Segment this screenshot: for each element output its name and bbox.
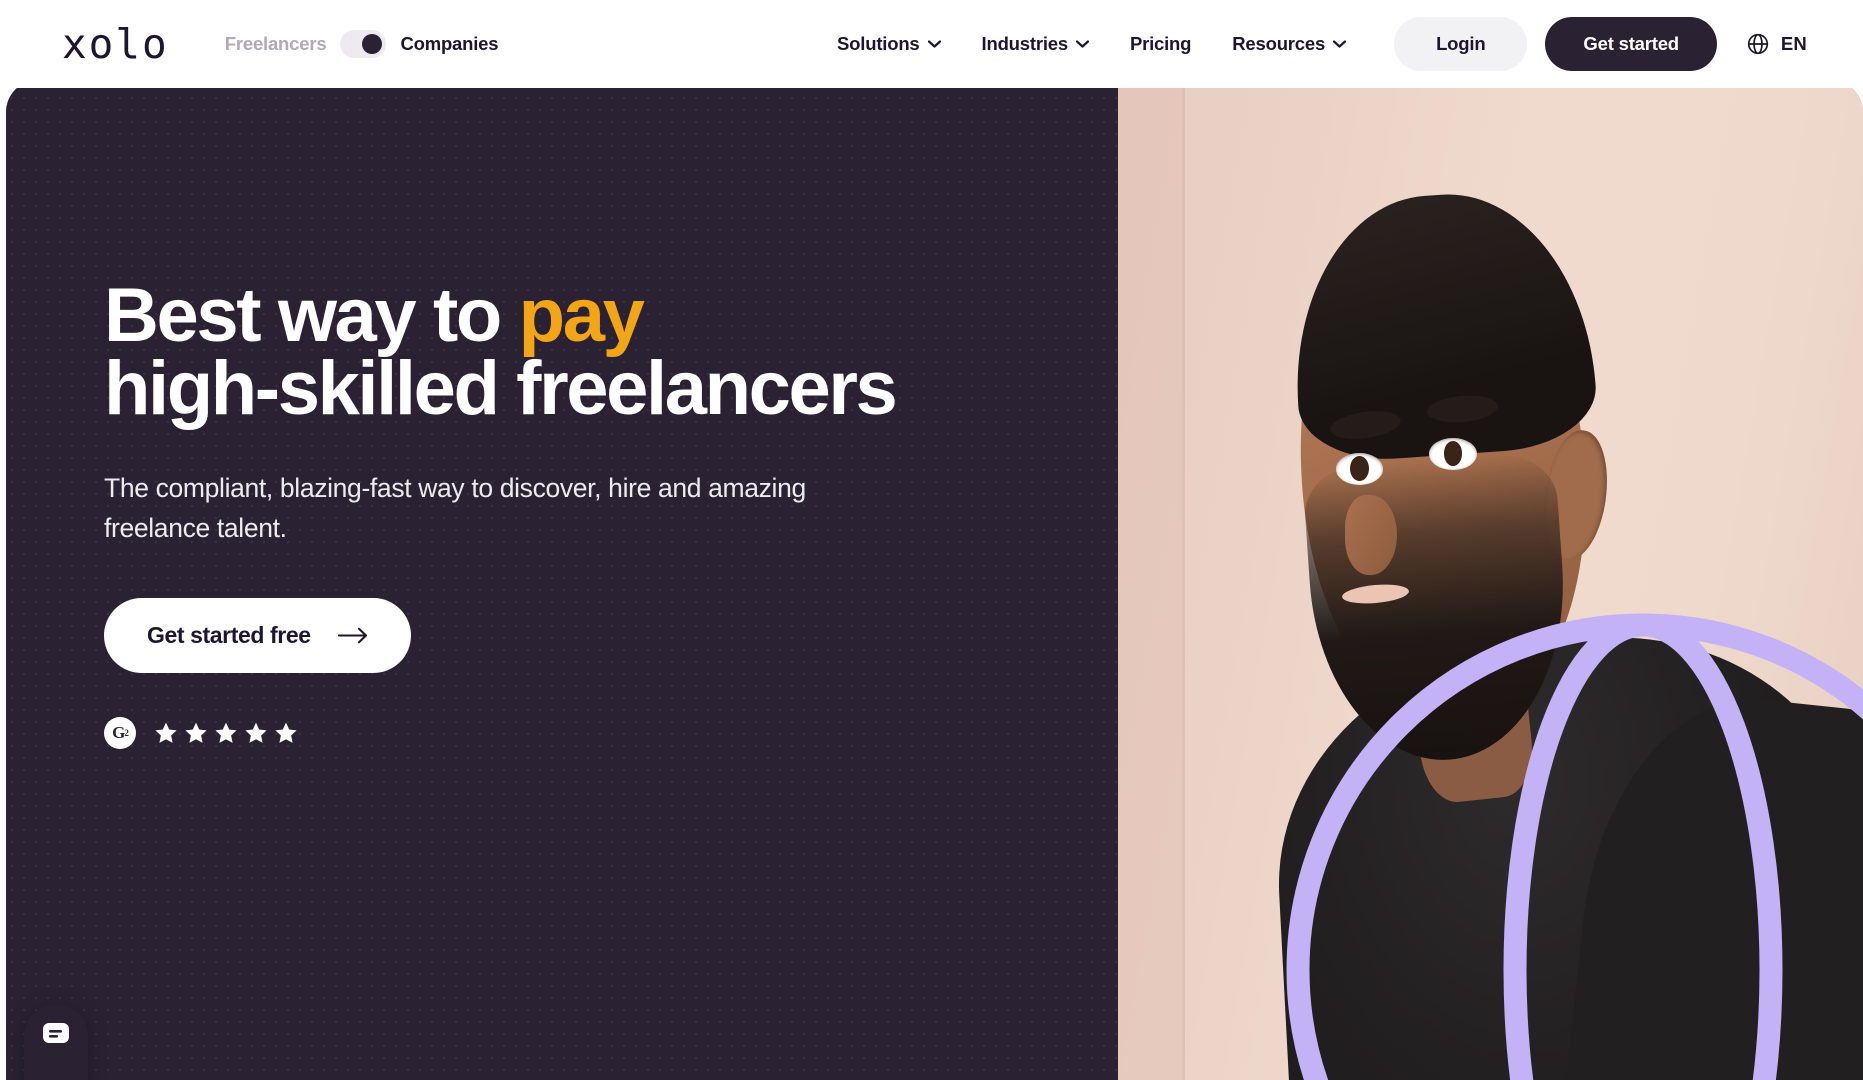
hero-image-panel xyxy=(1118,80,1863,1080)
nav-item-resources[interactable]: Resources xyxy=(1232,33,1347,55)
star-icon xyxy=(215,723,237,744)
toggle-label-freelancers[interactable]: Freelancers xyxy=(225,33,327,55)
star-icon xyxy=(155,723,177,744)
audience-switch[interactable] xyxy=(340,30,387,58)
nav-label: Pricing xyxy=(1129,33,1192,54)
login-button[interactable]: Login xyxy=(1394,17,1528,71)
globe-icon xyxy=(1747,33,1769,55)
g2-rating: G2 xyxy=(104,717,1118,750)
chevron-down-icon xyxy=(1075,40,1089,48)
get-started-free-button[interactable]: Get started free xyxy=(104,598,411,674)
star-icon xyxy=(275,723,297,744)
chevron-down-icon xyxy=(1333,40,1347,48)
arrow-right-icon xyxy=(337,628,367,644)
hero-content-panel: Best way to pay high-skilled freelancers… xyxy=(6,80,1118,1080)
nav-label: Solutions xyxy=(837,33,920,54)
star-rating xyxy=(154,721,298,745)
chat-bubble-icon xyxy=(43,1023,69,1043)
wall-panel xyxy=(1118,80,1182,1080)
logo-xolo[interactable]: xolo xyxy=(62,23,169,65)
audience-toggle[interactable]: Freelancers Companies xyxy=(225,30,499,58)
site-header: xolo Freelancers Companies Solutions Ind… xyxy=(0,0,1863,88)
hero-headline: Best way to pay high-skilled freelancers xyxy=(104,278,1004,427)
globe-meridian xyxy=(1503,613,1783,1080)
wall-seam xyxy=(1182,80,1185,1080)
nav-item-industries[interactable]: Industries xyxy=(982,33,1089,55)
globe-arc-decoration xyxy=(1286,613,1863,1080)
hero-subtitle: The compliant, blazing-fast way to disco… xyxy=(104,472,806,544)
subject-pupil xyxy=(1443,441,1463,466)
nav-label: Industries xyxy=(981,33,1069,54)
language-code: EN xyxy=(1780,33,1807,54)
subject-pupil xyxy=(1350,456,1370,481)
toggle-label-companies[interactable]: Companies xyxy=(400,33,498,55)
get-started-button[interactable]: Get started xyxy=(1545,17,1717,71)
g2-badge-icon: G2 xyxy=(104,717,136,750)
nav-item-solutions[interactable]: Solutions xyxy=(837,33,941,55)
star-icon xyxy=(185,723,207,744)
main-navigation: Solutions Industries Pricing Resources xyxy=(837,33,1347,55)
nav-label: Resources xyxy=(1232,33,1326,54)
language-selector[interactable]: EN xyxy=(1745,31,1807,57)
nav-item-pricing[interactable]: Pricing xyxy=(1129,33,1192,55)
chat-widget-launcher[interactable] xyxy=(24,1004,88,1080)
star-icon xyxy=(245,723,267,744)
headline-line2: high-skilled freelancers xyxy=(104,345,898,431)
chevron-down-icon xyxy=(927,40,941,48)
header-actions: Login Get started xyxy=(1394,17,1717,71)
hero-section: Best way to pay high-skilled freelancers… xyxy=(6,80,1863,1080)
purple-globe-graphic xyxy=(1283,610,1863,1080)
cta-label: Get started free xyxy=(147,622,311,649)
subject-nose xyxy=(1345,495,1398,575)
switch-knob xyxy=(362,34,383,54)
